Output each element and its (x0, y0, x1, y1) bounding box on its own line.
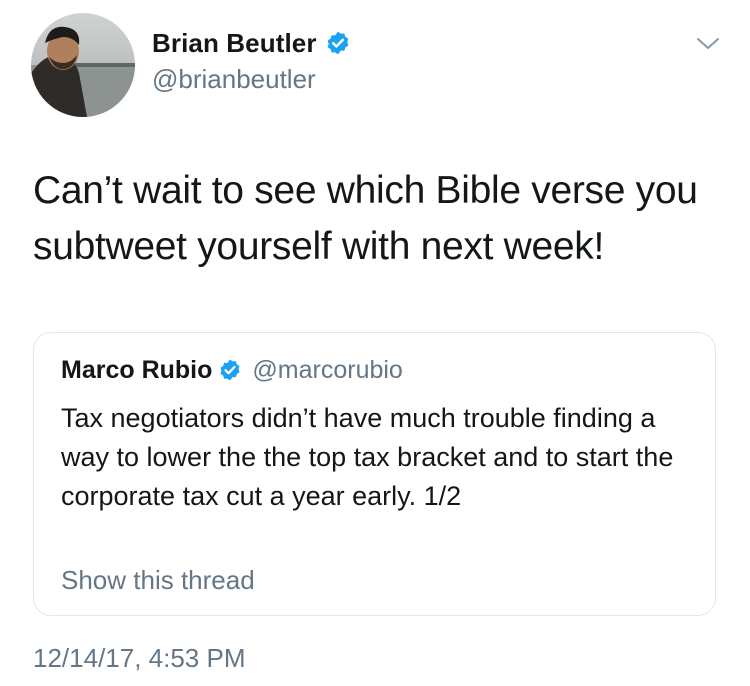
quoted-author-handle: @marcorubio (252, 355, 403, 384)
verified-badge-icon (325, 30, 351, 56)
tweet-text: Can’t wait to see which Bible verse you … (33, 169, 698, 268)
chevron-down-icon[interactable] (696, 36, 720, 52)
quoted-tweet-header: Marco Rubio @marcorubio (61, 353, 403, 387)
avatar-photo (31, 13, 135, 117)
author-handle[interactable]: @brianbeutler (152, 64, 316, 95)
quoted-tweet-text: Tax negotiators didn’t have much trouble… (61, 403, 674, 511)
quoted-tweet[interactable]: Marco Rubio @marcorubio Tax negotiators … (33, 332, 716, 616)
verified-badge-icon (218, 358, 242, 382)
quoted-author-name: Marco Rubio (61, 355, 213, 384)
avatar[interactable] (31, 13, 135, 117)
author-name-row: Brian Beutler (152, 26, 351, 60)
show-thread-link[interactable]: Show this thread (61, 565, 255, 596)
author-display-name[interactable]: Brian Beutler (152, 28, 317, 59)
tweet-timestamp[interactable]: 12/14/17, 4:53 PM (33, 643, 245, 674)
